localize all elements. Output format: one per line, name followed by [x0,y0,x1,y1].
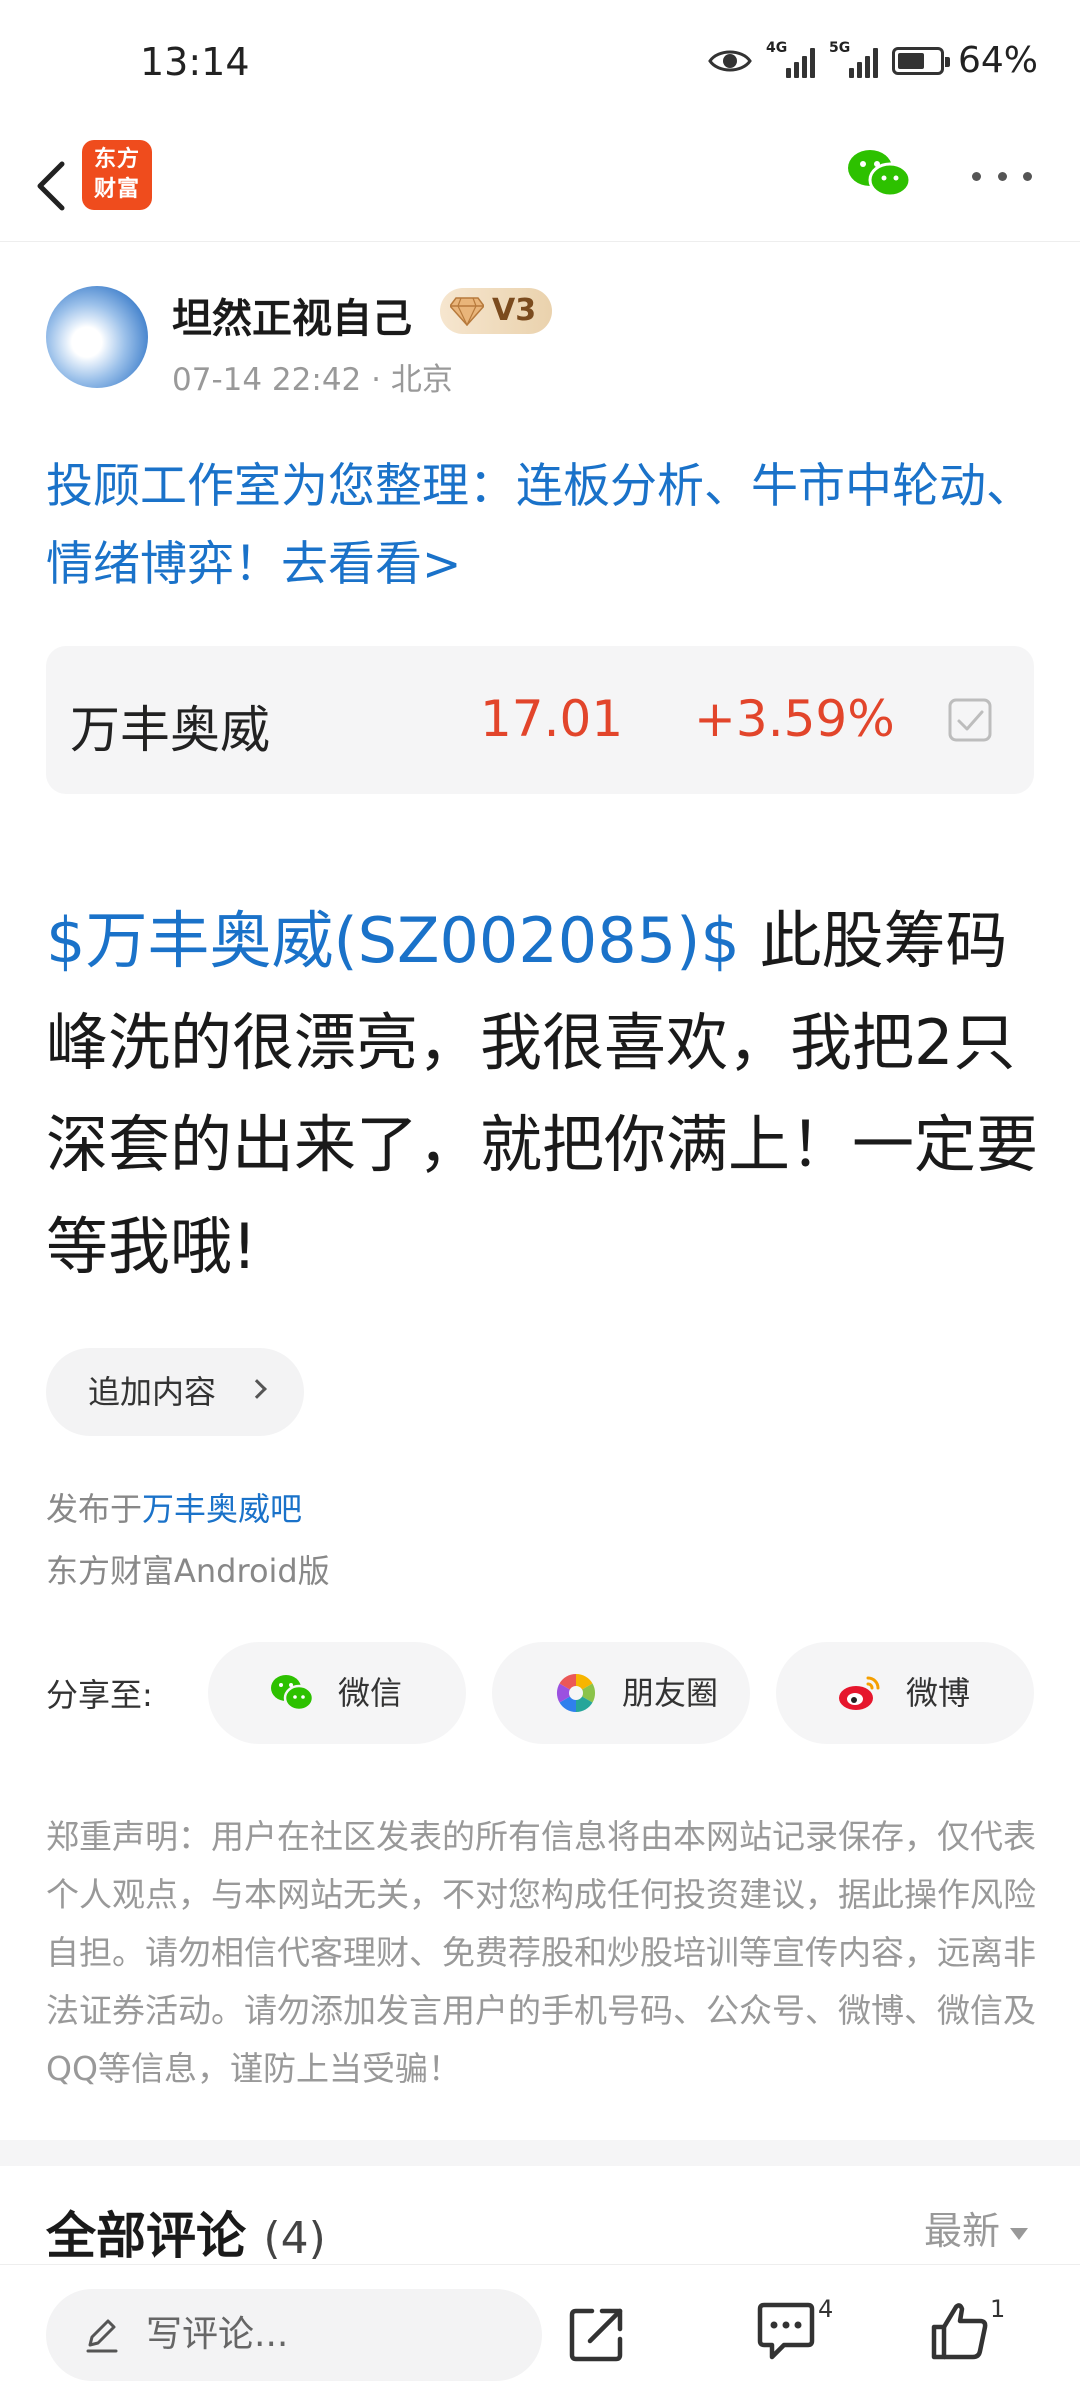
author-name[interactable]: 坦然正视自己 [172,286,412,344]
signal-4g-icon: 4G [766,40,815,78]
battery-icon [891,46,950,75]
level-badge: V3 [440,288,553,334]
stock-bar-link[interactable]: 万丰奥威吧 [142,1490,302,1528]
moments-icon [556,1674,596,1712]
like-count: 1 [990,2295,1006,2323]
share-icon[interactable] [566,2303,628,2365]
pencil-icon [86,2319,118,2353]
eye-icon [708,50,752,71]
comment-icon[interactable] [754,2301,818,2363]
share-weibo-button[interactable]: 微博 [776,1642,1034,1744]
post-meta: 07-14 22:42 · 北京 [172,362,453,398]
app-header: 东方 财富 [0,130,1080,242]
app-logo[interactable]: 东方 财富 [82,140,152,210]
section-divider [0,2140,1080,2166]
disclaimer: 郑重声明：用户在社区发表的所有信息将由本网站记录保存，仅代表个人观点，与本网站无… [46,1817,1036,2088]
wechat-icon [271,1675,314,1712]
author-avatar[interactable] [46,286,148,388]
comment-count: 4 [818,2295,834,2323]
status-time: 13:14 [140,40,250,84]
diamond-icon [450,297,484,326]
status-bar: 13:14 4G 5G 64% [0,0,1080,130]
thumbs-up-icon[interactable] [928,2299,992,2363]
stock-name: 万丰奥威 [70,701,270,759]
post-timestamp: 07-14 22:42 [172,362,362,398]
chevron-right-icon [247,1379,267,1399]
client-source: 东方财富Android版 [46,1552,330,1590]
wechat-share-icon[interactable] [846,146,912,202]
bottom-action-bar: 写评论... 4 1 [0,2264,1080,2400]
share-wechat-button[interactable]: 微信 [208,1642,466,1744]
share-moments-button[interactable]: 朋友圈 [492,1642,750,1744]
post-content: $万丰奥威(SZ002085)$ 此股筹码峰洗的很漂亮，我很喜欢，我把2只深套的… [46,890,1046,1298]
more-options-icon[interactable] [972,166,1032,186]
comments-title: 全部评论 [46,2207,246,2265]
comment-sort-dropdown[interactable]: 最新 [924,2200,1028,2255]
signal-5g-icon: 5G [829,40,878,78]
promo-link[interactable]: 投顾工作室为您整理：连板分析、牛市中轮动、情绪博弈！去看看> [46,448,1036,604]
status-icons: 4G 5G 64% [708,40,1038,81]
stock-change: +3.59% [694,690,895,748]
comments-header: 全部评论 (4) [46,2196,326,2268]
comments-count: (4) [263,2213,326,2264]
share-label: 分享至: [46,1676,153,1714]
append-content-button[interactable]: 追加内容 [46,1348,304,1436]
watchlist-check-icon[interactable] [948,698,994,744]
back-arrow-icon[interactable] [24,154,88,218]
published-in: 发布于万丰奥威吧 [46,1490,303,1528]
comment-input[interactable]: 写评论... [46,2289,542,2381]
stock-quote-card[interactable]: 万丰奥威 17.01 +3.59% [46,646,1034,794]
battery-percent: 64% [957,40,1038,81]
stock-tag-link[interactable]: $万丰奥威(SZ002085)$ [46,904,740,977]
stock-price: 17.01 [480,690,624,748]
weibo-icon [839,1676,880,1710]
dropdown-triangle-icon [1010,2227,1028,2240]
post-location: 北京 [390,362,453,398]
